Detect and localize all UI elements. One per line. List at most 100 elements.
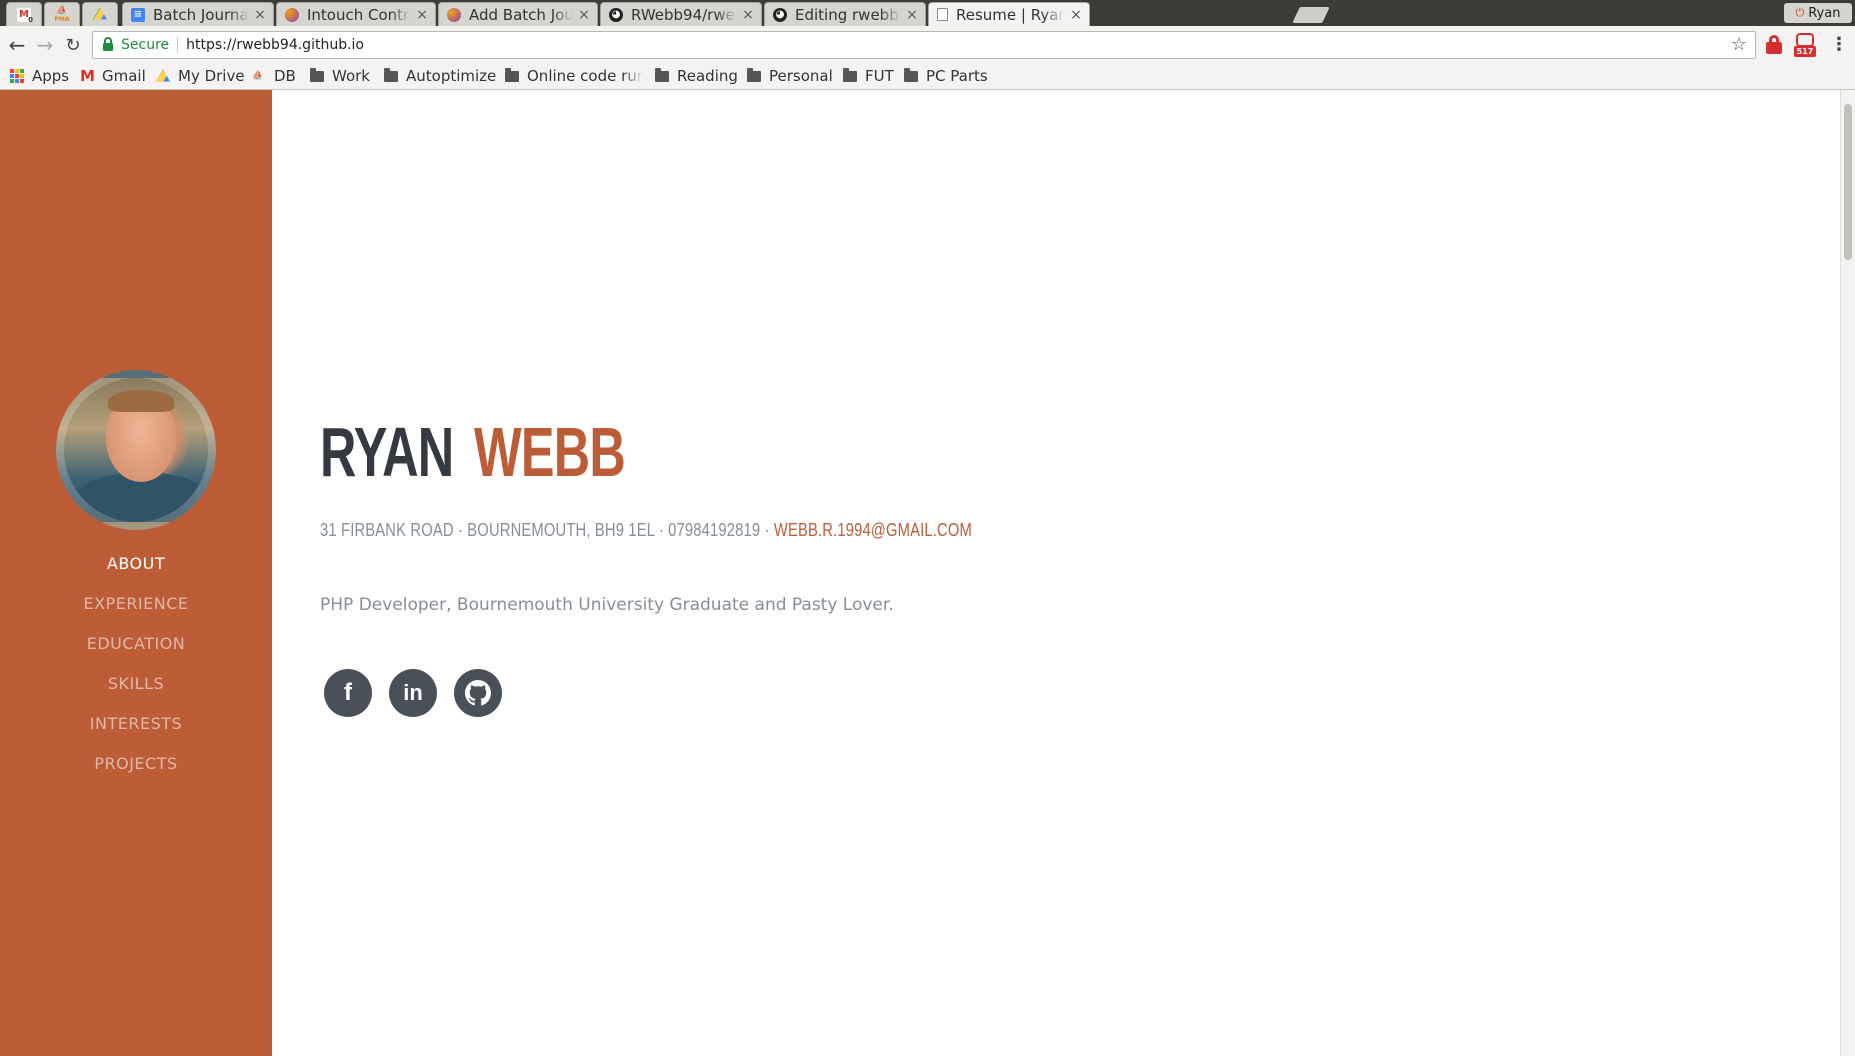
bookmark-label: PC Parts xyxy=(926,67,988,85)
address-bar[interactable]: Secure https://rwebb94.github.io ☆ xyxy=(92,31,1756,59)
nav-interests[interactable]: INTERESTS xyxy=(0,714,272,754)
tab-close-icon[interactable]: × xyxy=(741,7,755,23)
sidebar-nav: ABOUT EXPERIENCE EDUCATION SKILLS INTERE… xyxy=(0,554,272,794)
apps-grid-icon xyxy=(10,69,24,83)
tab-title: Resume | Ryan Web xyxy=(956,5,1065,24)
bookmark-label: Gmail xyxy=(102,67,146,85)
folder-icon xyxy=(843,67,857,82)
first-name: RYAN xyxy=(320,413,454,491)
google-docs-icon: ≡ xyxy=(131,7,145,22)
secure-label: Secure xyxy=(121,37,170,53)
page-icon xyxy=(937,8,948,21)
tab-pinned-phpmyadmin[interactable]: ⛵ PMA xyxy=(44,2,80,26)
bookmark-folder-personal[interactable]: Personal xyxy=(747,66,833,86)
folder-icon xyxy=(655,67,669,82)
page-scrollbar[interactable] xyxy=(1840,90,1855,1056)
bookmark-folder-pc-parts[interactable]: PC Parts xyxy=(904,66,988,86)
tab-pinned-gmail[interactable]: M0 xyxy=(6,2,42,26)
email-link[interactable]: webb.r.1994@gmail.com xyxy=(774,520,972,540)
tab-title: Editing rwebb94.gi xyxy=(795,5,901,24)
bookmark-my-drive[interactable]: My Drive xyxy=(156,66,245,86)
contact-address: 31 Firbank Road · Bournemouth, BH9 1EL ·… xyxy=(320,520,774,540)
tab-add-batch-journal[interactable]: Add Batch Journal × xyxy=(438,2,598,26)
bookmarks-bar: Apps M Gmail My Drive ⛵ DB Work Autoptim… xyxy=(0,62,1855,90)
tab-close-icon[interactable]: × xyxy=(1069,7,1083,23)
address-divider xyxy=(177,37,179,53)
lead-text: PHP Developer, Bournemouth University Gr… xyxy=(320,595,894,615)
tab-intouch-contractor[interactable]: Intouch Contractor × xyxy=(276,2,436,26)
bookmark-label: FUT xyxy=(865,67,894,85)
new-tab-button[interactable] xyxy=(1292,7,1330,23)
nav-experience[interactable]: EXPERIENCE xyxy=(0,594,272,634)
github-icon: ◕ xyxy=(773,7,787,22)
tab-pinned-google-drive[interactable] xyxy=(82,2,118,26)
bookmark-label: Personal xyxy=(769,67,833,85)
folder-icon xyxy=(904,67,918,82)
browser-tab-strip: M0 ⛵PMA ≡ Batch Journal Crea × Intouch C… xyxy=(0,0,1855,26)
nav-about[interactable]: ABOUT xyxy=(0,554,272,594)
lock-extension-icon[interactable] xyxy=(1765,34,1783,54)
lock-icon xyxy=(103,37,113,51)
bookmark-folder-fut[interactable]: FUT xyxy=(843,66,894,86)
scrollbar-thumb[interactable] xyxy=(1844,104,1852,260)
bookmark-db[interactable]: ⛵ DB xyxy=(252,66,296,86)
linkedin-button[interactable]: in xyxy=(389,669,437,717)
bookmark-apps[interactable]: Apps xyxy=(10,66,69,86)
github-button[interactable] xyxy=(454,669,502,717)
sidebar: ABOUT EXPERIENCE EDUCATION SKILLS INTERE… xyxy=(0,90,272,1056)
tab-title: Add Batch Journal xyxy=(469,5,573,24)
bookmark-gmail[interactable]: M Gmail xyxy=(80,66,146,86)
bookmark-label: Apps xyxy=(32,67,70,85)
nav-education[interactable]: EDUCATION xyxy=(0,634,272,674)
bookmark-label: My Drive xyxy=(178,67,245,85)
pma-label: PMA xyxy=(54,16,70,23)
tab-close-icon[interactable]: × xyxy=(577,7,591,23)
kebab-menu-icon[interactable]: ⋮ xyxy=(1830,34,1848,56)
gmail-icon: M0 xyxy=(17,7,33,24)
intouch-icon xyxy=(447,7,461,22)
page-title: RYAN WEBB xyxy=(320,412,684,492)
intouch-icon xyxy=(285,7,299,22)
profile-icon: ⏻ xyxy=(1795,6,1805,19)
tab-title: Batch Journal Crea xyxy=(153,5,249,24)
bookmark-folder-work[interactable]: Work xyxy=(310,66,370,86)
bookmark-folder-autoptimize[interactable]: Autoptimize xyxy=(384,66,496,86)
bookmark-folder-online-code[interactable]: Online code run xyxy=(505,66,643,86)
bookmark-folder-reading[interactable]: Reading xyxy=(655,66,738,86)
bookmark-label: Autoptimize xyxy=(406,67,497,85)
browser-toolbar: ← → ↻ Secure https://rwebb94.github.io ☆… xyxy=(0,26,1855,66)
social-icons: f in xyxy=(324,669,502,717)
profile-button[interactable]: ⏻ Ryan xyxy=(1784,3,1852,23)
url-text[interactable]: https://rwebb94.github.io xyxy=(186,37,364,53)
back-arrow-icon[interactable]: ← xyxy=(6,33,28,57)
forward-arrow-icon[interactable]: → xyxy=(34,33,56,57)
gmail-unread-badge: 0 xyxy=(28,15,33,24)
facebook-button[interactable]: f xyxy=(324,669,372,717)
reload-icon[interactable]: ↻ xyxy=(62,34,84,56)
nav-projects[interactable]: PROJECTS xyxy=(0,754,272,794)
tab-batch-journal-create[interactable]: ≡ Batch Journal Crea × xyxy=(122,2,274,26)
contact-subheading: 31 Firbank Road · Bournemouth, BH9 1EL ·… xyxy=(320,520,972,541)
gmail-icon: M xyxy=(80,67,95,85)
phpmyadmin-icon: ⛵ PMA xyxy=(54,6,70,23)
folder-icon xyxy=(310,67,324,82)
extension-icon[interactable]: 517 xyxy=(1794,33,1816,57)
tab-close-icon[interactable]: × xyxy=(253,7,267,23)
tab-resume-active[interactable]: Resume | Ryan Web × xyxy=(928,2,1090,26)
folder-icon xyxy=(505,67,519,82)
github-icon xyxy=(465,680,491,706)
web-page: ABOUT EXPERIENCE EDUCATION SKILLS INTERE… xyxy=(0,90,1840,1056)
avatar-hair xyxy=(108,390,174,412)
tab-title: RWebb94/rwebb94 xyxy=(631,5,737,24)
extension-badge: 517 xyxy=(1794,46,1816,57)
phpmyadmin-icon: ⛵ xyxy=(252,71,264,81)
tab-github-repo[interactable]: ◕ RWebb94/rwebb94 × xyxy=(600,2,762,26)
google-drive-icon xyxy=(156,69,170,82)
nav-skills[interactable]: SKILLS xyxy=(0,674,272,714)
tab-editing-github[interactable]: ◕ Editing rwebb94.gi × xyxy=(764,2,926,26)
bookmark-label: Online code run xyxy=(527,67,643,85)
bookmark-star-icon[interactable]: ☆ xyxy=(1731,34,1747,55)
bookmark-label: DB xyxy=(274,67,296,85)
tab-close-icon[interactable]: × xyxy=(905,7,919,23)
tab-close-icon[interactable]: × xyxy=(415,7,429,23)
